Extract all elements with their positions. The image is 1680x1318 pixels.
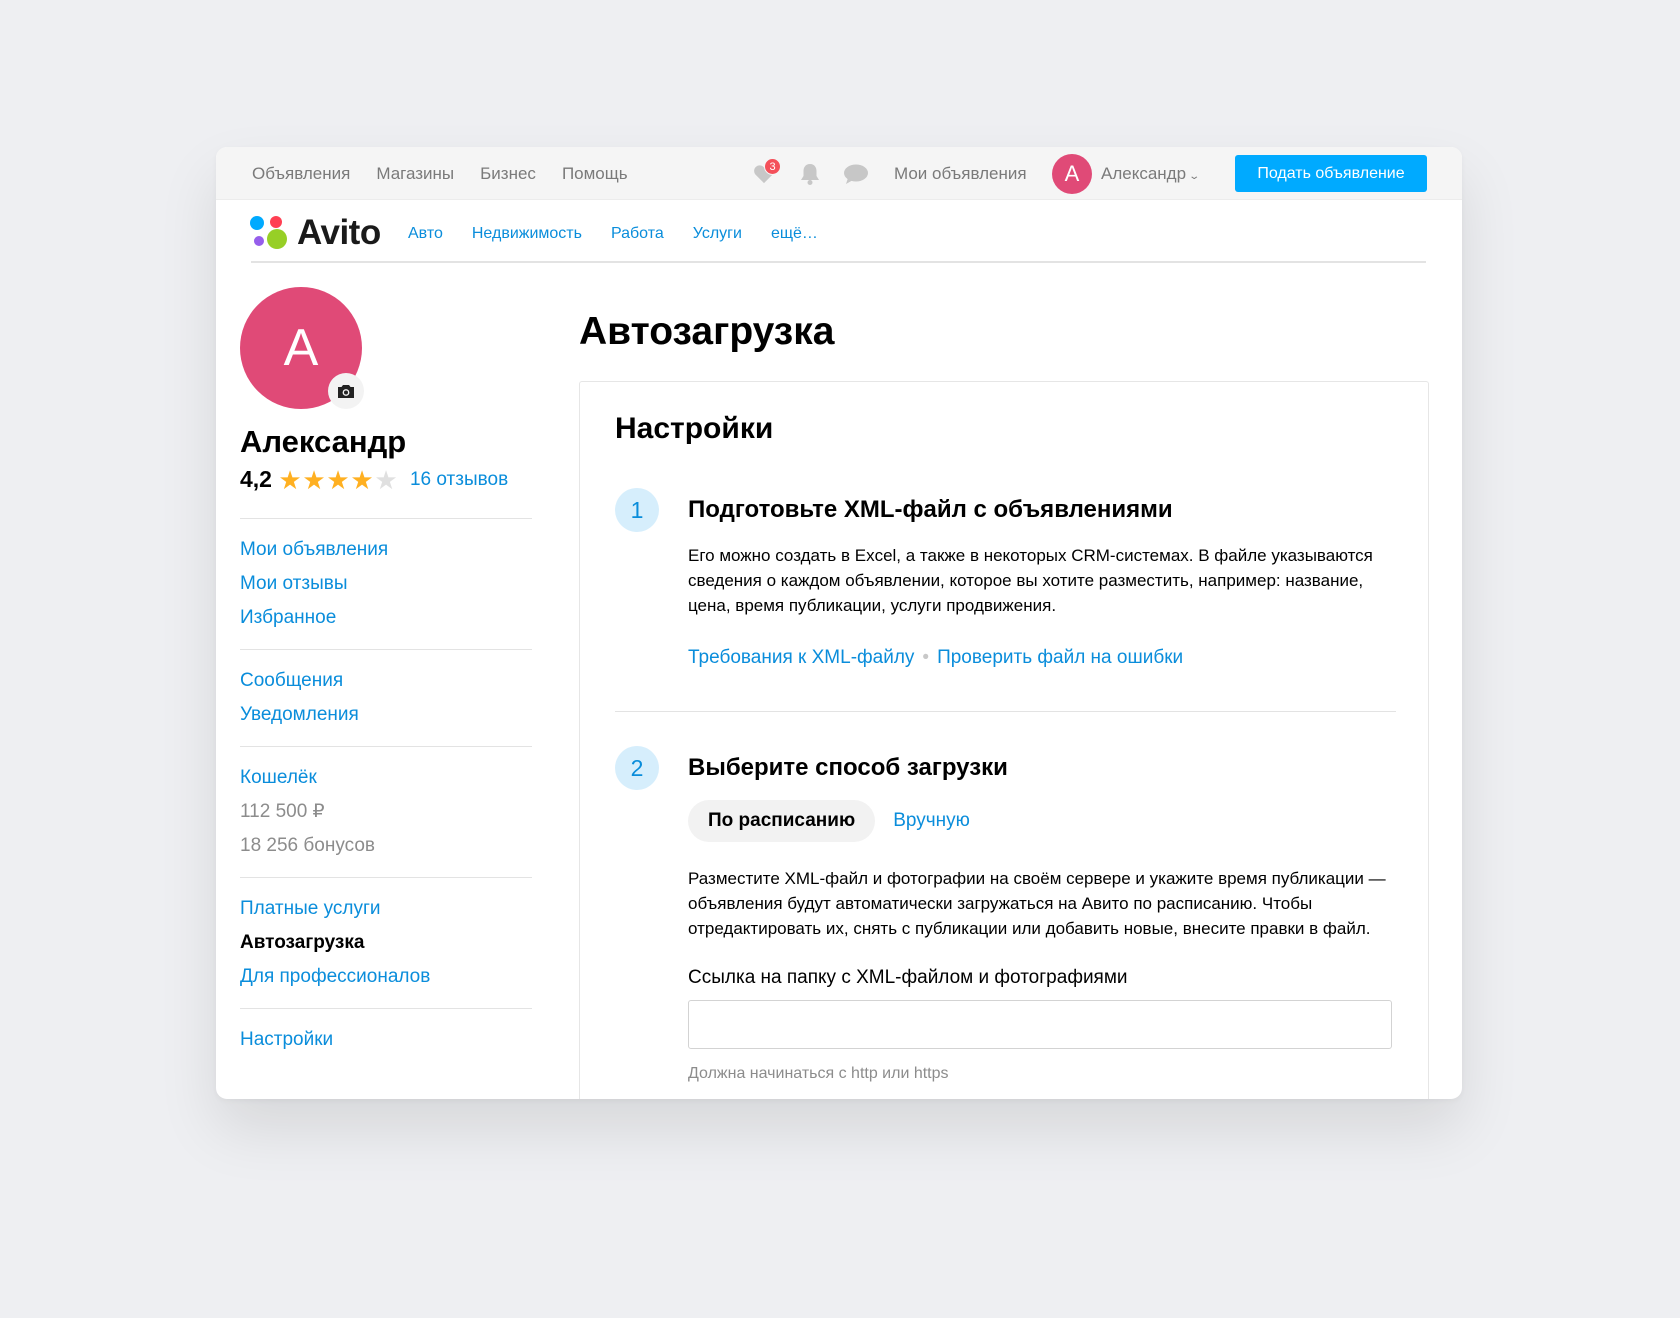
avito-logo[interactable]: Avito — [250, 211, 390, 252]
header-divider — [251, 261, 1426, 263]
top-nav-business[interactable]: Бизнес — [480, 164, 536, 184]
step-divider — [615, 711, 1396, 712]
category-realty[interactable]: Недвижимость — [472, 225, 582, 243]
my-ads-link[interactable]: Мои объявления — [894, 147, 1027, 200]
sidebar-group: Кошелёк 112 500 ₽ 18 256 бонусов — [240, 746, 532, 877]
xml-requirements-link[interactable]: Требования к XML-файлу — [688, 647, 914, 668]
step-1-description: Его можно создать в Excel, а также в нек… — [688, 546, 1373, 615]
logo-dot-purple — [254, 236, 264, 246]
sidebar-item[interactable]: Для профессионалов — [240, 960, 532, 994]
sidebar-item[interactable]: Избранное — [240, 601, 532, 635]
reviews-link[interactable]: 16 отзывов — [410, 469, 508, 491]
step-2-number: 2 — [615, 746, 659, 790]
category-nav: Авто Недвижимость Работа Услуги ещё… — [408, 225, 818, 243]
sidebar-nav: Мои объявления Мои отзывы Избранное Сообщен… — [240, 518, 532, 1071]
change-photo-button[interactable] — [328, 373, 364, 409]
check-file-link[interactable]: Проверить файл на ошибки — [937, 647, 1183, 668]
rating-value: 4,2 — [240, 466, 272, 492]
step-2-title: Выберите способ загрузки — [688, 754, 1008, 781]
profile-rating: 4,2 ★ ★ ★ ★ ★ 16 отзывов — [240, 466, 508, 493]
logo-dot-green — [267, 229, 287, 249]
top-nav-ads[interactable]: Объявления — [252, 164, 350, 184]
upload-method-tabs: По расписанию Вручную — [688, 800, 990, 842]
tab-schedule[interactable]: По расписанию — [688, 800, 876, 842]
category-auto[interactable]: Авто — [408, 225, 443, 243]
sidebar-item: Автозагрузка — [240, 932, 365, 953]
category-services[interactable]: Услуги — [693, 225, 742, 243]
sidebar-item[interactable]: Кошелёк — [240, 761, 532, 795]
sidebar-group: Настройки — [240, 1008, 532, 1071]
browser-window: Объявления Магазины Бизнес Помощь 3 Мои … — [216, 147, 1462, 1099]
sidebar-item[interactable]: Мои объявления — [240, 533, 532, 567]
category-more[interactable]: ещё… — [771, 225, 818, 243]
sidebar-group: Платные услуги Автозагрузка Для профессион… — [240, 877, 532, 1008]
messages-bubble-icon[interactable] — [842, 160, 870, 188]
sidebar-group: Сообщения Уведомления — [240, 649, 532, 746]
step-1-links: Требования к XML-файлу • Проверить файл на… — [688, 647, 1183, 669]
logo-text: Avito — [297, 213, 381, 252]
notifications-bell-icon[interactable] — [796, 160, 824, 188]
sidebar-item[interactable]: Настройки — [240, 1023, 532, 1057]
sidebar-item: 112 500 ₽ — [240, 801, 325, 822]
favorites-heart-icon[interactable]: 3 — [750, 158, 781, 188]
top-icons: 3 — [750, 158, 870, 188]
top-nav-help[interactable]: Помощь — [562, 164, 628, 184]
chevron-down-icon: ⌄ — [1188, 171, 1201, 182]
sidebar-group: Мои объявления Мои отзывы Избранное — [240, 518, 532, 649]
link-separator: • — [922, 647, 930, 668]
sidebar-item[interactable]: Платные услуги — [240, 892, 532, 926]
logo-dot-blue — [250, 216, 264, 230]
top-nav: Объявления Магазины Бизнес Помощь — [252, 147, 628, 200]
user-name: Александр — [1101, 164, 1187, 183]
logo-dot-red — [270, 216, 282, 228]
star-filled-icon: ★ — [278, 464, 302, 495]
step-1-number: 1 — [615, 488, 659, 532]
sidebar-item[interactable]: Сообщения — [240, 664, 532, 698]
sidebar-item[interactable]: Уведомления — [240, 698, 532, 732]
top-bar: Объявления Магазины Бизнес Помощь 3 Мои … — [216, 147, 1462, 200]
rating-stars: ★ ★ ★ ★ ★ — [278, 464, 398, 495]
step-1-title: Подготовьте XML-файл с объявлениями — [688, 496, 1173, 523]
tab-manual[interactable]: Вручную — [875, 800, 990, 842]
folder-link-hint: Должна начинаться с http или https — [688, 1065, 949, 1082]
profile-name: Александр — [240, 424, 407, 459]
user-avatar[interactable]: А — [1052, 154, 1092, 194]
favorites-badge: 3 — [764, 158, 781, 175]
sidebar-item: 18 256 бонусов — [240, 835, 375, 856]
star-filled-icon: ★ — [326, 464, 350, 495]
folder-link-label: Ссылка на папку с XML-файлом и фотографи… — [688, 967, 1128, 988]
card-title: Настройки — [615, 412, 774, 445]
user-menu[interactable]: Александр ⌄ — [1101, 147, 1201, 200]
camera-icon — [338, 384, 354, 398]
category-jobs[interactable]: Работа — [611, 225, 664, 243]
step-2-description: Разместите XML-файл и фотографии на своё… — [688, 869, 1386, 938]
star-filled-icon: ★ — [302, 464, 326, 495]
folder-link-input[interactable] — [688, 1000, 1392, 1049]
post-ad-button[interactable]: Подать объявление — [1235, 155, 1427, 192]
star-empty-icon: ★ — [374, 464, 398, 495]
page-title: Автозагрузка — [579, 310, 835, 353]
star-filled-icon: ★ — [350, 464, 374, 495]
sidebar-item[interactable]: Мои отзывы — [240, 567, 532, 601]
settings-card: Настройки 1 Подготовьте XML-файл с объяв… — [579, 381, 1429, 1099]
top-nav-shops[interactable]: Магазины — [376, 164, 454, 184]
